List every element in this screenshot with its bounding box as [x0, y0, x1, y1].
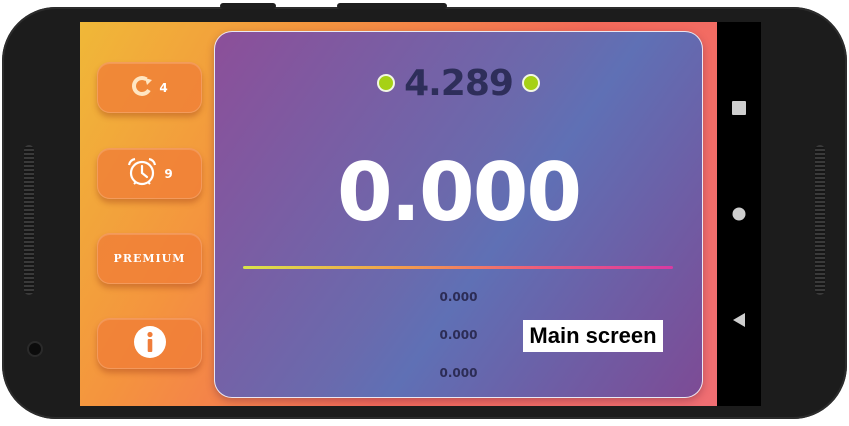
info-icon — [133, 325, 167, 363]
recents-square-icon[interactable] — [717, 101, 761, 115]
best-time-row: 4.289 — [215, 61, 702, 105]
best-time: 4.289 — [404, 62, 514, 104]
volume-button — [220, 3, 276, 9]
premium-label: PREMIUM — [113, 252, 186, 265]
alarm-clock-icon — [126, 157, 158, 191]
home-circle-icon[interactable] — [717, 207, 761, 221]
indicator-dot-right — [521, 74, 540, 92]
back-triangle-icon[interactable] — [717, 312, 761, 328]
right-speaker-grille — [815, 145, 825, 295]
alarm-button[interactable]: 9 — [97, 148, 202, 199]
current-time: 0.000 — [336, 146, 582, 239]
power-button — [337, 3, 447, 9]
restart-count: 4 — [159, 80, 168, 95]
premium-button[interactable]: PREMIUM — [97, 233, 202, 284]
main-screen-caption: Main screen — [523, 320, 663, 352]
front-camera — [29, 343, 41, 355]
info-button[interactable] — [97, 318, 202, 369]
restart-icon — [131, 75, 153, 101]
restart-button[interactable]: 4 — [97, 62, 202, 113]
alarm-count: 9 — [164, 166, 173, 181]
indicator-dot-left — [377, 74, 396, 92]
lap-time-3: 0.000 — [439, 366, 478, 380]
system-navigation-bar — [717, 22, 761, 406]
left-speaker-grille — [24, 145, 34, 295]
lap-time-1: 0.000 — [439, 290, 478, 304]
gradient-divider — [243, 266, 673, 269]
